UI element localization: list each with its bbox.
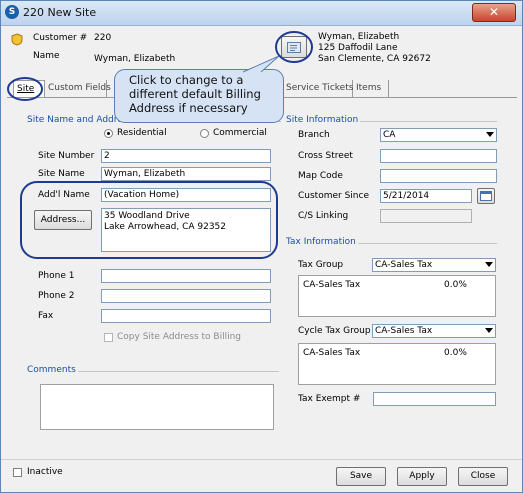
tax-group-list[interactable]: CA-Sales Tax 0.0% bbox=[298, 275, 496, 317]
cycle-tax-list[interactable]: CA-Sales Tax 0.0% bbox=[298, 343, 496, 385]
date-picker-button[interactable] bbox=[477, 188, 495, 204]
customer-number-value: 220 bbox=[94, 33, 112, 43]
inactive-checkbox[interactable] bbox=[13, 468, 22, 477]
branch-label: Branch bbox=[298, 130, 330, 140]
customer-since-input[interactable]: 5/21/2014 bbox=[380, 189, 472, 203]
tax-group-row-rate: 0.0% bbox=[444, 280, 467, 290]
tax-group-row-name: CA-Sales Tax bbox=[303, 280, 361, 290]
footer-divider bbox=[1, 459, 522, 460]
billing-address: Wyman, Elizabeth 125 Daffodil Lane San C… bbox=[318, 32, 431, 65]
site-info-title: Site Information bbox=[284, 115, 361, 125]
branch-select[interactable]: CA bbox=[380, 128, 497, 142]
chevron-down-icon bbox=[486, 132, 494, 137]
window-title: 220 New Site bbox=[23, 6, 97, 19]
addl-name-input[interactable]: (Vacation Home) bbox=[101, 188, 271, 202]
phone1-input[interactable] bbox=[101, 269, 271, 283]
shield-icon bbox=[11, 33, 23, 46]
app-logo-icon: S bbox=[5, 5, 19, 19]
phone2-label: Phone 2 bbox=[38, 291, 75, 301]
address-card-icon bbox=[287, 42, 301, 53]
billing-address-line: 125 Daffodil Lane bbox=[318, 43, 398, 53]
inactive-label: Inactive bbox=[27, 467, 63, 477]
tab-site[interactable]: Site bbox=[13, 80, 45, 97]
tab-service-tickets[interactable]: Service Tickets bbox=[283, 80, 353, 97]
cycle-tax-group-label: Cycle Tax Group bbox=[298, 326, 371, 336]
copy-address-label: Copy Site Address to Billing bbox=[117, 332, 242, 342]
cycle-tax-group-value: CA-Sales Tax bbox=[375, 326, 433, 336]
callout-text: Click to change to a different default B… bbox=[129, 73, 261, 115]
fax-label: Fax bbox=[38, 311, 54, 321]
map-code-input[interactable] bbox=[380, 169, 497, 183]
site-address-line: Lake Arrowhead, CA 92352 bbox=[104, 222, 227, 232]
addl-name-label: Add'l Name bbox=[38, 190, 90, 200]
phone1-label: Phone 1 bbox=[38, 271, 75, 281]
tax-group-label: Tax Group bbox=[298, 260, 344, 270]
fax-input[interactable] bbox=[101, 309, 271, 323]
site-address-line: 35 Woodland Drive bbox=[104, 211, 190, 221]
branch-value: CA bbox=[383, 130, 396, 140]
chevron-down-icon bbox=[485, 328, 493, 333]
customer-since-label: Customer Since bbox=[298, 191, 369, 201]
residential-label: Residential bbox=[117, 128, 167, 138]
site-name-input[interactable]: Wyman, Elizabeth bbox=[101, 167, 271, 181]
site-name-label: Site Name bbox=[38, 169, 85, 179]
phone2-input[interactable] bbox=[101, 289, 271, 303]
save-button[interactable]: Save bbox=[336, 467, 386, 486]
map-code-label: Map Code bbox=[298, 171, 343, 181]
tax-exempt-input[interactable] bbox=[373, 392, 496, 406]
site-number-label: Site Number bbox=[38, 151, 95, 161]
site-address-box[interactable]: 35 Woodland Drive Lake Arrowhead, CA 923… bbox=[101, 208, 271, 252]
cycle-tax-row-rate: 0.0% bbox=[444, 348, 467, 358]
commercial-radio[interactable] bbox=[200, 129, 209, 138]
billing-address-line: San Clemente, CA 92672 bbox=[318, 54, 431, 64]
tax-group-value: CA-Sales Tax bbox=[375, 260, 433, 270]
customer-number-label: Customer # bbox=[33, 33, 88, 43]
tax-group-select[interactable]: CA-Sales Tax bbox=[372, 258, 496, 272]
new-site-window: S 220 New Site ✕ Customer # 220 Name Wym… bbox=[0, 0, 523, 493]
address-button[interactable]: Address... bbox=[34, 210, 92, 230]
residential-radio[interactable] bbox=[104, 129, 113, 138]
cycle-tax-group-select[interactable]: CA-Sales Tax bbox=[372, 324, 496, 338]
comments-textarea[interactable] bbox=[40, 384, 274, 430]
close-button[interactable]: Close bbox=[458, 467, 508, 486]
change-billing-address-button[interactable] bbox=[281, 36, 307, 58]
cross-street-input[interactable] bbox=[380, 149, 497, 163]
callout-bubble: Click to change to a different default B… bbox=[114, 69, 284, 123]
name-value: Wyman, Elizabeth bbox=[94, 54, 176, 64]
cs-linking-input bbox=[380, 209, 472, 223]
chevron-down-icon bbox=[485, 262, 493, 267]
tax-info-title: Tax Information bbox=[284, 237, 358, 247]
copy-address-checkbox[interactable] bbox=[104, 333, 113, 342]
tab-custom-fields[interactable]: Custom Fields bbox=[45, 80, 111, 97]
cycle-tax-row-name: CA-Sales Tax bbox=[303, 348, 361, 358]
cross-street-label: Cross Street bbox=[298, 151, 353, 161]
window-close-button[interactable]: ✕ bbox=[472, 3, 516, 22]
apply-button[interactable]: Apply bbox=[397, 467, 447, 486]
name-label: Name bbox=[33, 51, 60, 61]
site-number-input[interactable]: 2 bbox=[101, 149, 271, 163]
commercial-label: Commercial bbox=[213, 128, 267, 138]
title-bar: S 220 New Site ✕ bbox=[1, 1, 522, 26]
tax-exempt-label: Tax Exempt # bbox=[298, 394, 361, 404]
calendar-icon bbox=[480, 191, 492, 201]
comments-title: Comments bbox=[25, 365, 78, 375]
cs-linking-label: C/S Linking bbox=[298, 211, 349, 221]
billing-address-line: Wyman, Elizabeth bbox=[318, 32, 400, 42]
tab-items[interactable]: Items bbox=[353, 80, 389, 97]
